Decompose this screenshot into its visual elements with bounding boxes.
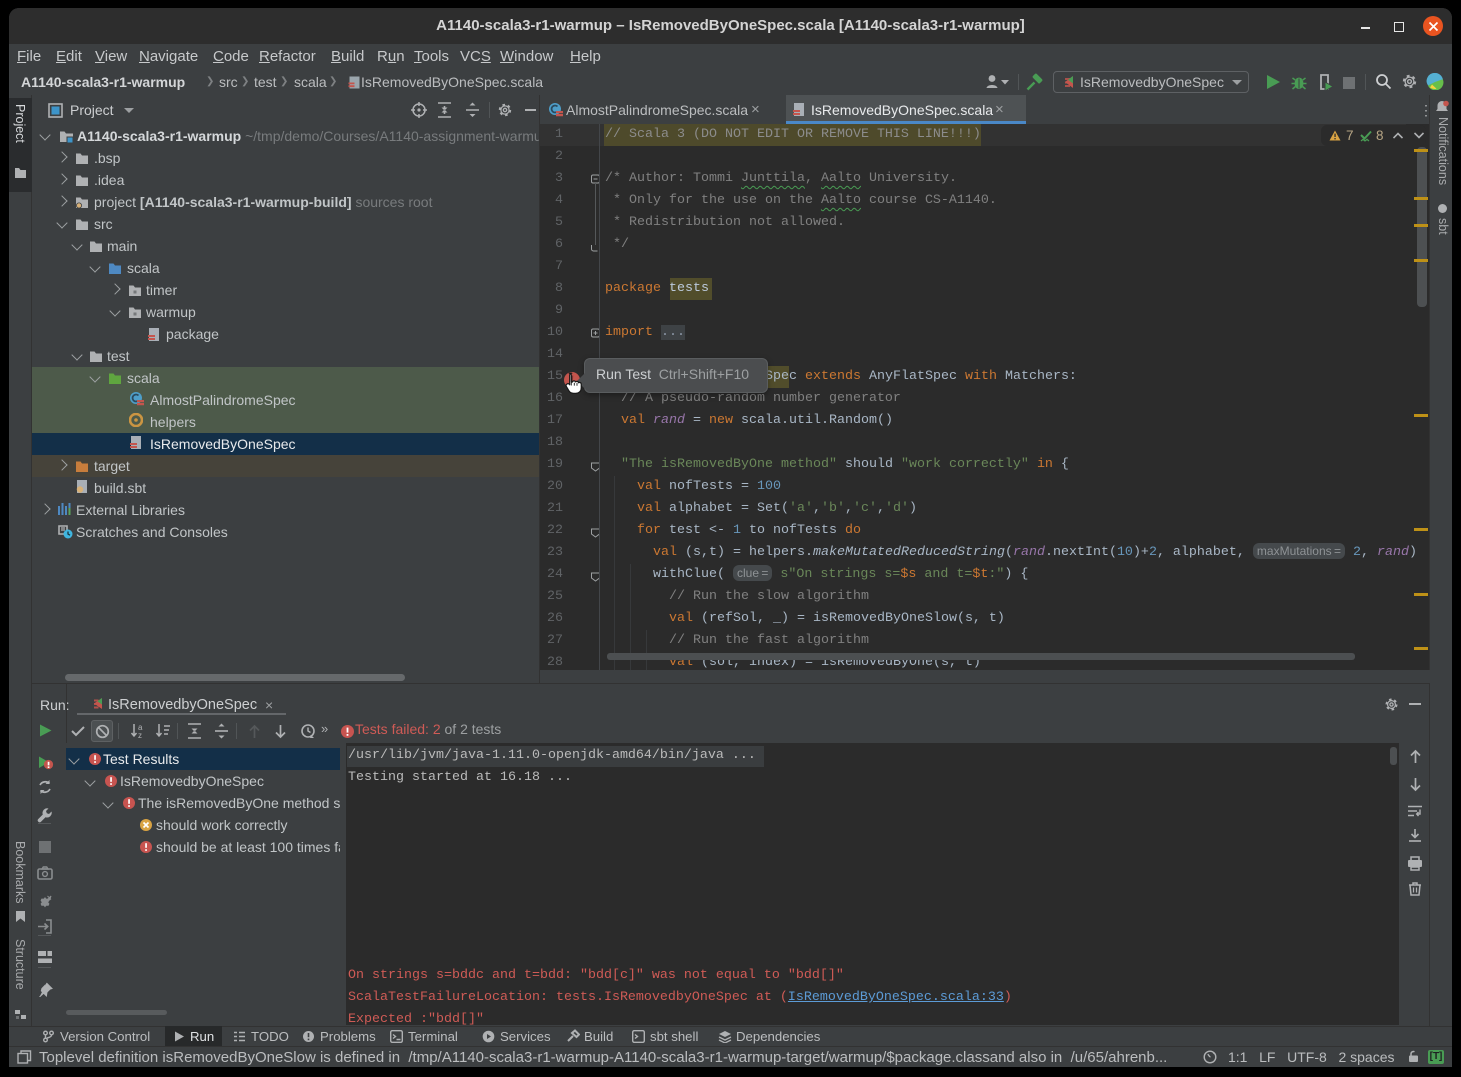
svg-text:z: z (138, 731, 142, 739)
